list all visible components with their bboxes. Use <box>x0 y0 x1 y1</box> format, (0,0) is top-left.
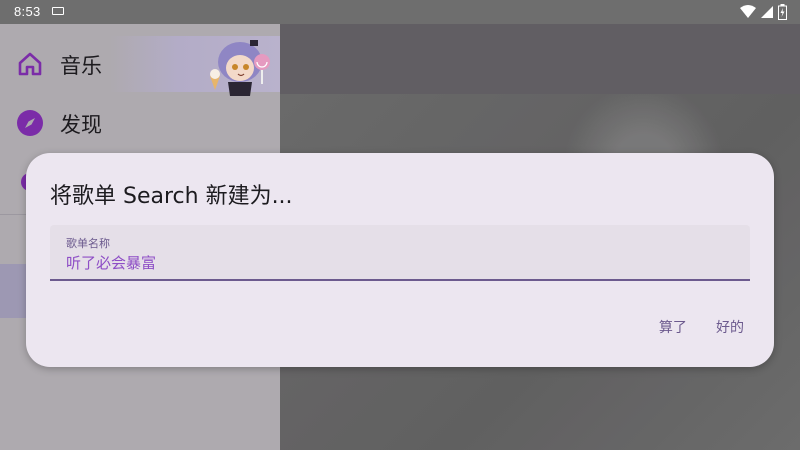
dialog-title: 将歌单 Search 新建为... <box>50 184 293 209</box>
field-label: 歌单名称 <box>66 237 110 250</box>
nav-item-label: 音乐 <box>60 54 102 78</box>
wifi-icon <box>740 5 756 18</box>
home-icon <box>18 52 42 76</box>
cancel-button[interactable]: 算了 <box>653 311 693 343</box>
playlist-name-field[interactable]: 歌单名称 <box>50 225 750 281</box>
ok-button[interactable]: 好的 <box>710 311 750 343</box>
app-top-bar <box>280 24 800 94</box>
keyboard-icon <box>52 7 64 15</box>
compass-icon <box>17 110 43 136</box>
dialog-actions: 算了 好的 <box>641 311 750 343</box>
nav-item-music[interactable]: 音乐 <box>0 36 280 92</box>
nav-item-discover[interactable]: 发现 <box>0 95 280 151</box>
status-bar: 8:53 <box>0 0 800 24</box>
create-playlist-dialog: 将歌单 Search 新建为... 歌单名称 算了 好的 <box>26 153 774 367</box>
status-time: 8:53 <box>14 4 41 19</box>
nav-item-label: 发现 <box>60 113 102 137</box>
battery-icon <box>778 4 787 20</box>
playlist-name-input[interactable] <box>66 253 726 271</box>
signal-icon <box>761 6 773 18</box>
